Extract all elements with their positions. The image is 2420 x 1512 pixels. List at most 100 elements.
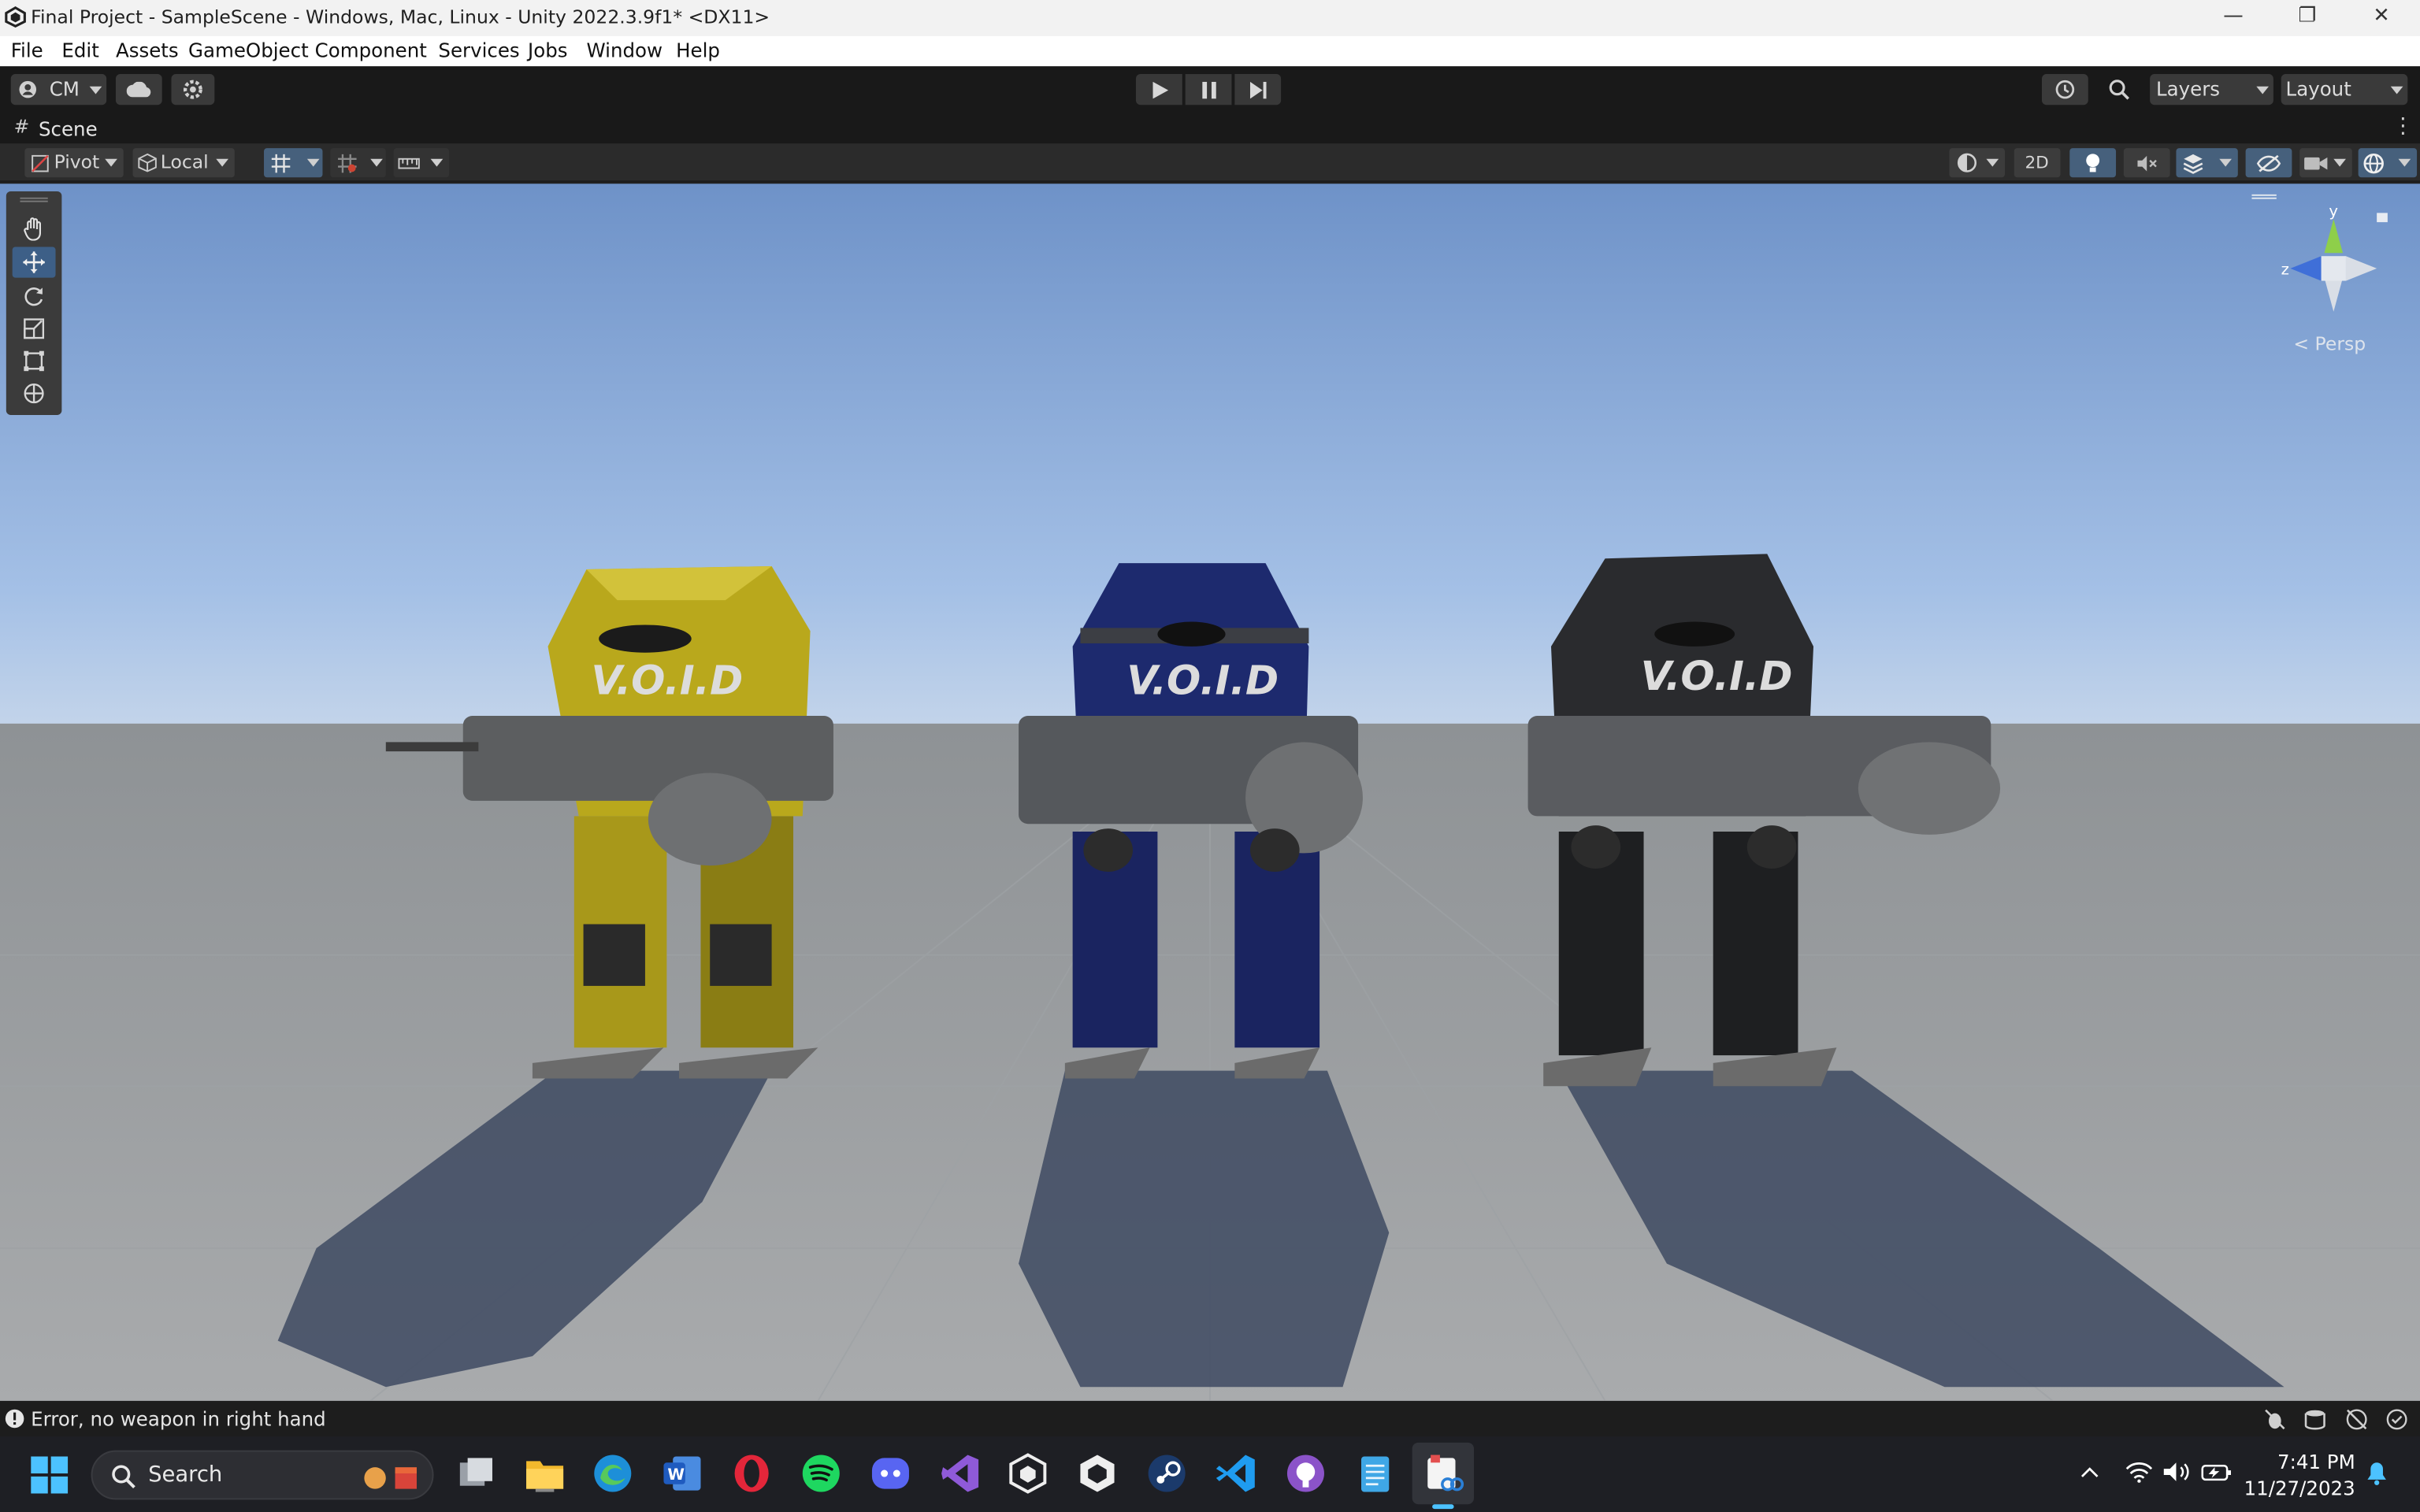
battery-charging-icon[interactable] (2201, 1461, 2232, 1482)
menu-assets[interactable]: Assets (116, 39, 179, 61)
menu-edit[interactable]: Edit (61, 39, 98, 61)
camera-icon (2304, 157, 2328, 170)
history-icon (2055, 80, 2075, 99)
gizmo-drag-handle[interactable] (2251, 194, 2277, 199)
more-options-icon[interactable]: ⋮ (2392, 114, 2414, 139)
pause-button[interactable] (1185, 74, 1232, 106)
menu-gameobject[interactable]: GameObject (188, 39, 309, 61)
check-circle-icon[interactable] (2386, 1409, 2407, 1430)
menu-services[interactable]: Services (438, 39, 519, 61)
scene-camera-dropdown[interactable] (2299, 148, 2352, 178)
increment-snap-toggle[interactable] (330, 148, 386, 178)
unity-icon[interactable] (1006, 1452, 1049, 1495)
step-button[interactable] (1234, 74, 1282, 106)
cloud-icon (126, 81, 151, 98)
account-label: CM (49, 76, 80, 101)
task-view-icon[interactable] (454, 1452, 497, 1495)
menu-help[interactable]: Help (676, 39, 720, 61)
cloud-button[interactable] (115, 74, 162, 106)
hand-tool-button[interactable] (13, 213, 56, 243)
account-dropdown[interactable]: CM (10, 74, 107, 106)
wifi-icon[interactable] (2125, 1461, 2153, 1483)
chevron-down-icon (216, 158, 228, 167)
effects-dropdown[interactable] (2176, 148, 2238, 178)
shading-mode-dropdown[interactable] (1949, 148, 2005, 178)
scene-render: V.O.I.D V.O.I.D V.O.I.D (0, 183, 2420, 1401)
local-dropdown[interactable]: Local (132, 148, 235, 178)
blue-robot-shadow (1019, 1070, 1390, 1388)
layout-dropdown[interactable]: Layout (2281, 74, 2408, 106)
rect-tool-button[interactable] (13, 346, 56, 376)
unity-hub-icon[interactable] (1076, 1452, 1119, 1495)
layers-label: Layers (2155, 76, 2221, 101)
notepad-icon[interactable] (1353, 1452, 1397, 1495)
menu-jobs[interactable]: Jobs (528, 39, 568, 61)
edge-browser-icon[interactable] (591, 1452, 634, 1495)
palette-drag-handle[interactable] (20, 197, 48, 202)
vscode-icon[interactable] (1215, 1452, 1258, 1495)
network-off-icon[interactable] (2346, 1409, 2367, 1430)
chevron-up-icon[interactable] (2080, 1464, 2099, 1480)
menu-file[interactable]: File (11, 39, 43, 61)
effects-layers-icon (2183, 154, 2203, 174)
volume-icon[interactable] (2162, 1461, 2190, 1482)
discord-icon[interactable] (869, 1452, 912, 1495)
cache-server-icon[interactable] (2304, 1409, 2325, 1430)
gizmos-globe-icon (2363, 153, 2384, 174)
taskbar-search-box[interactable]: Search (91, 1450, 434, 1500)
windows-start-icon[interactable] (31, 1456, 69, 1494)
chevron-down-icon (2390, 86, 2403, 94)
projection-label[interactable]: < Persp (2293, 333, 2366, 354)
svg-text:W: W (667, 1466, 685, 1484)
menu-component[interactable]: Component (315, 39, 427, 61)
chevron-down-icon (2219, 158, 2232, 167)
ruler-toggle[interactable] (393, 148, 450, 178)
audio-mute-icon (2137, 155, 2157, 172)
scale-tool-button[interactable] (13, 313, 56, 344)
toggle-2d-button[interactable]: 2D (2014, 148, 2061, 178)
gizmos-dropdown[interactable] (2358, 148, 2418, 178)
pivot-dropdown[interactable]: Pivot (24, 148, 124, 178)
search-placeholder: Search (148, 1462, 223, 1488)
status-message[interactable]: Error, no weapon in right hand (31, 1407, 326, 1430)
lock-icon[interactable] (2377, 213, 2388, 223)
github-desktop-icon[interactable] (1284, 1452, 1327, 1495)
word-icon[interactable]: W (661, 1452, 704, 1495)
file-explorer-icon[interactable] (523, 1452, 566, 1495)
minimize-button[interactable]: — (2198, 0, 2269, 35)
audio-toggle[interactable] (2123, 148, 2170, 178)
snipping-tool-icon[interactable] (1421, 1452, 1464, 1495)
search-highlight-icon (364, 1467, 417, 1489)
steam-icon[interactable] (1145, 1452, 1189, 1495)
transform-tool-button[interactable] (13, 378, 56, 409)
rotate-tool-button[interactable] (13, 281, 56, 312)
move-tool-button[interactable] (12, 246, 56, 278)
spotify-icon[interactable] (800, 1452, 843, 1495)
local-cube-icon (138, 153, 157, 172)
restore-button[interactable]: ❐ (2272, 0, 2343, 35)
close-button[interactable]: ✕ (2346, 0, 2417, 35)
bug-off-icon[interactable] (2264, 1409, 2285, 1430)
chevron-down-icon (430, 158, 444, 167)
undo-history-button[interactable] (2042, 74, 2088, 106)
hidden-eye-icon (2256, 154, 2281, 172)
menu-window[interactable]: Window (586, 39, 663, 61)
visual-studio-icon[interactable] (938, 1452, 982, 1495)
grid-snap-toggle[interactable] (264, 148, 323, 178)
clock[interactable]: 7:41 PM 11/27/2023 (2241, 1449, 2355, 1502)
yellow-robot-label: V.O.I.D (591, 658, 743, 705)
increment-snap-icon (338, 154, 357, 173)
notification-bell-icon[interactable] (2366, 1461, 2387, 1485)
gizmo-y-label: y (2329, 202, 2338, 220)
pivot-icon (32, 154, 49, 172)
active-app-indicator (1432, 1504, 1454, 1510)
play-button[interactable] (1135, 74, 1182, 106)
scene-viewport[interactable]: V.O.I.D V.O.I.D V.O.I.D (0, 183, 2420, 1401)
scene-visibility-toggle[interactable] (2245, 148, 2292, 178)
opera-icon[interactable] (730, 1452, 774, 1495)
tab-scene[interactable]: Scene (39, 117, 98, 140)
lighting-toggle[interactable] (2069, 148, 2117, 178)
layers-dropdown[interactable]: Layers (2150, 74, 2273, 106)
collab-settings-button[interactable] (171, 74, 215, 106)
search-button[interactable] (2099, 74, 2139, 105)
